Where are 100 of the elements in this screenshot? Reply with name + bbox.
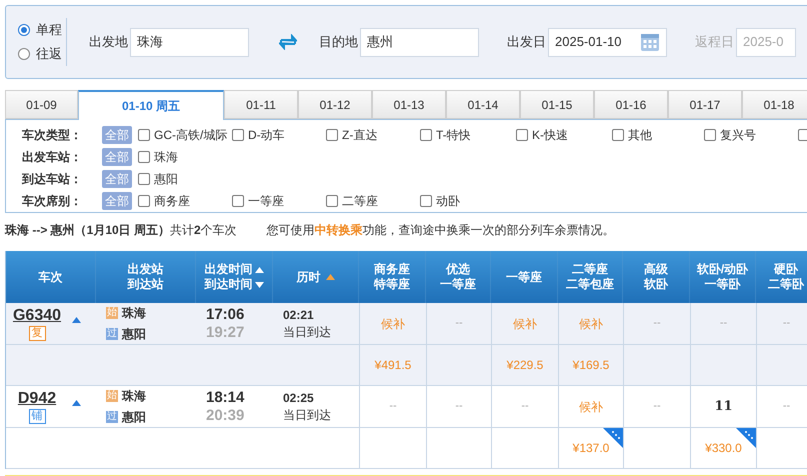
arrival-station: 惠阳 (122, 409, 146, 426)
column-heading[interactable]: 软卧 (644, 277, 668, 292)
column-heading[interactable]: 一等卧 (704, 277, 740, 292)
field-label: 返程日 (695, 33, 734, 52)
departure-time: 17:06 (206, 306, 246, 324)
all-filter-button[interactable]: 全部 (102, 126, 132, 144)
date-tab[interactable]: 01-16 (594, 90, 668, 119)
departure-station: 珠海 (122, 388, 146, 405)
column-heading[interactable]: 出发站 (128, 262, 164, 277)
column-heading[interactable]: 历时 (296, 270, 320, 284)
arrival-station: 惠阳 (122, 326, 146, 343)
seat-availability: 11 (714, 398, 733, 416)
seat-availability: -- (455, 399, 463, 414)
date-tab[interactable]: 01-09 (5, 90, 78, 119)
station-tag: 过 (106, 411, 118, 423)
arrival-day: 当日到达 (283, 406, 359, 424)
field-label: 目的地 (319, 33, 358, 52)
station-tag: 过 (106, 328, 118, 340)
column-heading[interactable]: 车次 (38, 270, 62, 284)
all-filter-button[interactable]: 全部 (102, 148, 132, 166)
date-tab[interactable]: 01-10 周五 (78, 90, 224, 120)
city-field[interactable]: 珠海 (130, 28, 249, 56)
checkbox-label: 其他 (628, 127, 652, 144)
checkbox-label: 二等座 (342, 193, 378, 210)
duration: 02:21 (283, 306, 315, 324)
field-label: 出发地 (89, 33, 128, 52)
column-heading[interactable]: 软卧/动卧 (696, 262, 748, 277)
seat-availability: -- (389, 399, 397, 414)
column-heading[interactable]: 二等卧 (768, 277, 804, 292)
checkbox-label: 一等座 (248, 193, 284, 210)
column-heading[interactable]: 优选 (446, 262, 470, 277)
column-heading[interactable]: 硬卧 (774, 262, 798, 277)
seat-availability[interactable]: 候补 (579, 398, 603, 416)
train-badge: 复 (28, 326, 46, 340)
seat-price: ¥491.5 (374, 357, 412, 374)
date-tab[interactable]: 01-11 (224, 90, 298, 119)
train-badge: 铺 (28, 408, 46, 424)
seat-availability: -- (653, 399, 661, 414)
train-number-link[interactable]: G6340 (12, 306, 62, 324)
seat-availability[interactable]: 候补 (579, 314, 603, 332)
city-field[interactable]: 惠州 (360, 28, 479, 56)
filter-label: 车次席别： (22, 193, 83, 210)
date-field[interactable]: 2025-01-10 (548, 28, 667, 56)
column-heading[interactable]: 商务座 (374, 262, 410, 277)
duration: 02:25 (283, 390, 315, 406)
station-tag: 始 (106, 307, 118, 319)
column-heading[interactable]: 一等座 (506, 270, 542, 284)
seat-availability: -- (455, 316, 463, 332)
checkbox-label: K-快速 (532, 127, 568, 144)
column-heading[interactable]: 特等座 (374, 277, 410, 292)
date-tab[interactable]: 01-12 (298, 90, 372, 119)
seat-availability: -- (782, 316, 790, 332)
column-heading[interactable]: 到达时间 (204, 277, 252, 292)
departure-station: 珠海 (122, 305, 146, 322)
trip-type-radio[interactable]: 往返 (18, 45, 66, 63)
checkbox-label: 商务座 (154, 193, 190, 210)
seat-price: ¥169.5 (572, 357, 610, 374)
filter-label: 出发车站： (22, 149, 83, 166)
column-heading[interactable]: 出发时间 (204, 262, 252, 277)
seat-price: ¥330.0 (705, 440, 742, 457)
column-heading[interactable]: 二等座 (572, 262, 608, 277)
checkbox-label: D-动车 (248, 127, 285, 144)
checkbox-label: 惠阳 (154, 171, 178, 188)
seat-price: ¥137.0 (572, 440, 610, 457)
departure-time: 18:14 (206, 388, 246, 406)
date-tab[interactable]: 01-18 (742, 90, 807, 119)
trip-type-radio[interactable]: 单程 (18, 21, 66, 39)
seat-availability: -- (521, 399, 529, 414)
filter-label: 到达车站： (22, 171, 83, 188)
field-label: 出发日 (507, 33, 546, 52)
checkbox-label: T-特快 (436, 127, 471, 144)
column-heading[interactable]: 高级 (644, 262, 668, 277)
checkbox-label: Z-直达 (342, 127, 378, 144)
checkbox-label: 珠海 (154, 149, 178, 166)
seat-availability: -- (653, 316, 661, 332)
date-tab[interactable]: 01-13 (372, 90, 446, 119)
filter-label: 车次类型： (22, 127, 83, 144)
transfer-notice: 您可使用中转换乘功能，查询途中换乘一次的部分列车余票情况。 (266, 222, 615, 239)
column-heading[interactable]: 二等包座 (566, 277, 614, 292)
all-filter-button[interactable]: 全部 (102, 170, 132, 188)
arrival-day: 当日到达 (283, 324, 359, 340)
arrival-time: 19:27 (206, 324, 246, 342)
seat-price: ¥229.5 (506, 357, 544, 374)
seat-availability: -- (782, 399, 790, 414)
seat-availability[interactable]: 候补 (513, 314, 537, 332)
train-number-link[interactable]: D942 (18, 390, 56, 408)
date-tab[interactable]: 01-14 (446, 90, 520, 119)
date-tab[interactable]: 01-15 (520, 90, 594, 119)
column-heading[interactable]: 一等座 (440, 277, 476, 292)
result-summary: 珠海 --> 惠州（1月10日 周五）共计2个车次 (5, 222, 237, 239)
seat-availability[interactable]: 候补 (381, 314, 405, 332)
all-filter-button[interactable]: 全部 (102, 192, 132, 210)
date-tab[interactable]: 01-17 (668, 90, 742, 119)
checkbox-label: 复兴号 (720, 127, 756, 144)
seat-availability: -- (720, 316, 728, 332)
station-tag: 始 (106, 390, 118, 402)
transfer-link[interactable]: 中转换乘 (314, 223, 363, 237)
column-heading[interactable]: 到达站 (128, 277, 164, 292)
checkbox-label: GC-高铁/城际 (154, 127, 228, 144)
checkbox-label: 动卧 (436, 193, 460, 210)
